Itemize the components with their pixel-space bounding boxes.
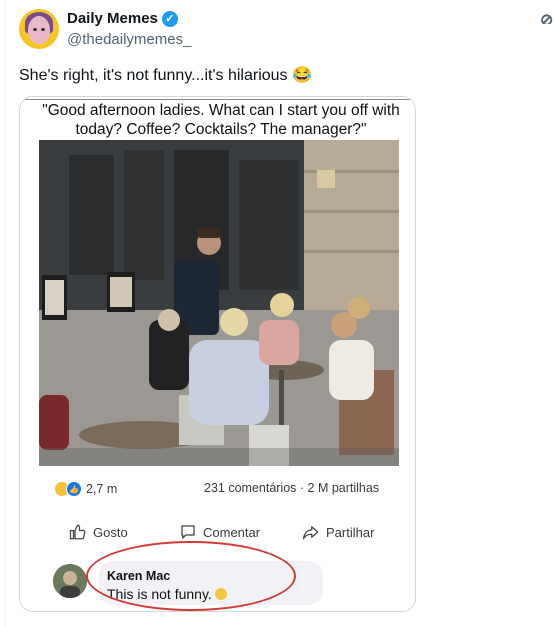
comment-label: Comentar bbox=[203, 524, 261, 540]
author-name-row[interactable]: Daily Memes ✓ bbox=[67, 10, 178, 27]
cafe-photo bbox=[39, 140, 399, 466]
comment-icon bbox=[181, 525, 195, 539]
caption-divider bbox=[20, 99, 415, 100]
comment: Karen Mac This is not funny. bbox=[53, 561, 413, 609]
comment-bubble: Karen Mac This is not funny. bbox=[99, 561, 323, 605]
thumbs-up-icon bbox=[69, 524, 86, 540]
share-button[interactable]: Partilhar bbox=[302, 523, 374, 541]
share-icon bbox=[302, 526, 319, 540]
like-button[interactable]: Gosto bbox=[69, 523, 128, 541]
comments-shares-count[interactable]: 231 comentários · 2 M partilhas bbox=[204, 481, 379, 495]
author-name[interactable]: Daily Memes bbox=[67, 10, 158, 27]
comment-text: This is not funny. bbox=[107, 586, 212, 602]
comment-button[interactable]: Comentar bbox=[179, 523, 260, 541]
share-label: Partilhar bbox=[326, 524, 375, 540]
author-handle[interactable]: @thedailymemes_ bbox=[67, 31, 191, 48]
commenter-avatar[interactable] bbox=[53, 564, 87, 598]
commenter-name[interactable]: Karen Mac bbox=[107, 569, 170, 583]
reactions-count: 2,7 m bbox=[86, 482, 118, 496]
tweet-text: She's right, it's not funny...it's hilar… bbox=[19, 67, 312, 84]
sad-emoji-icon bbox=[214, 588, 227, 600]
meme-caption: "Good afternoon ladies. What can I start… bbox=[42, 102, 400, 138]
comment-text-row: This is not funny. bbox=[107, 586, 227, 602]
author-avatar[interactable] bbox=[19, 9, 59, 49]
reactions-summary[interactable]: 👍 2,7 m bbox=[54, 481, 117, 497]
post-actions-bar: Gosto Comentar Partilhar bbox=[20, 523, 415, 547]
like-label: Gosto bbox=[93, 524, 128, 540]
like-reaction-icon: 👍 bbox=[66, 481, 82, 497]
timeline-divider bbox=[4, 0, 5, 626]
tweet-media-image[interactable]: "Good afternoon ladies. What can I start… bbox=[19, 96, 416, 612]
verified-badge-icon: ✓ bbox=[161, 10, 178, 27]
tweet: Daily Memes ✓ @thedailymemes_ ⊘ She's ri… bbox=[0, 0, 554, 626]
more-icon[interactable]: ⊘ bbox=[540, 10, 554, 24]
cafe-scene-illustration bbox=[39, 140, 399, 466]
